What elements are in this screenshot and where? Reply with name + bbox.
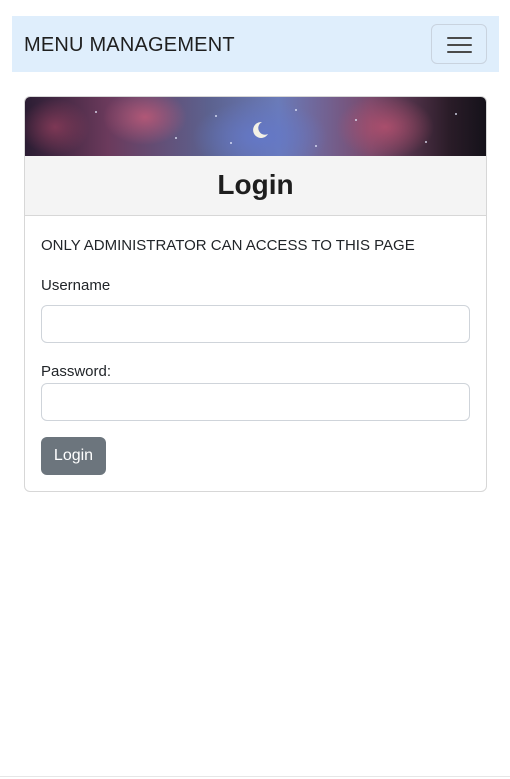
login-header: Login bbox=[25, 156, 486, 216]
crescent-moon-icon bbox=[253, 121, 268, 138]
night-sky-banner bbox=[25, 97, 486, 156]
username-label: Username bbox=[41, 277, 111, 294]
password-label: Password: bbox=[41, 363, 112, 380]
password-input[interactable] bbox=[41, 383, 470, 421]
navbar-toggle-button[interactable] bbox=[431, 24, 487, 64]
navbar-brand[interactable]: MENU MANAGEMENT bbox=[24, 33, 235, 57]
access-notice: ONLY ADMINISTRATOR CAN ACCESS TO THIS PA… bbox=[41, 237, 415, 254]
navbar: MENU MANAGEMENT bbox=[12, 16, 499, 72]
username-input[interactable] bbox=[41, 305, 470, 343]
login-button[interactable]: Login bbox=[41, 437, 106, 475]
login-card: Login ONLY ADMINISTRATOR CAN ACCESS TO T… bbox=[24, 96, 487, 492]
bottom-divider bbox=[0, 776, 510, 777]
page-title: Login bbox=[217, 169, 294, 200]
page: MENU MANAGEMENT Login ONLY ADMINISTRATOR… bbox=[0, 0, 510, 779]
